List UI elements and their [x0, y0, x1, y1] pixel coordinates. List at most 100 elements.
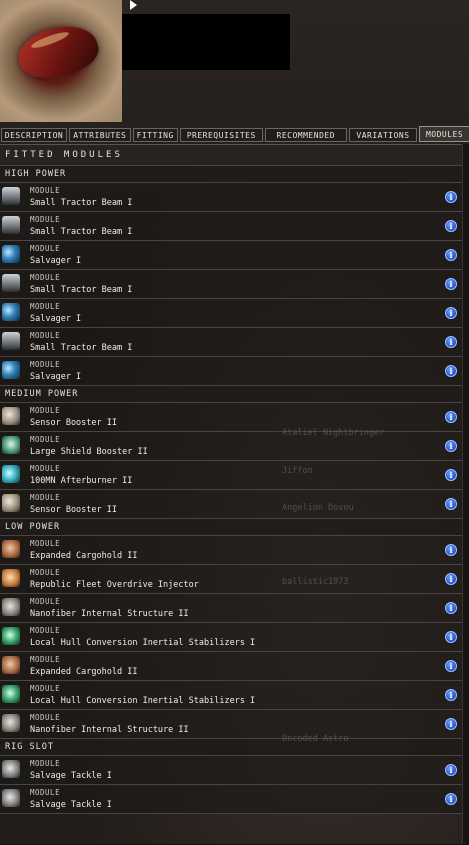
module-row[interactable]: MODULE Local Hull Conversion Inertial Sta… [0, 681, 462, 710]
item-header [0, 0, 469, 128]
info-icon[interactable]: i [445, 631, 457, 643]
module-name: Small Tractor Beam I [30, 343, 133, 353]
module-name: Republic Fleet Overdrive Injector [30, 580, 199, 590]
module-name: Sensor Booster II [30, 505, 117, 515]
tractor-beam-icon [2, 216, 20, 234]
salvage-tackle-icon [2, 789, 20, 807]
module-row[interactable]: MODULE Salvager I i [0, 357, 462, 386]
overdrive-injector-icon [2, 569, 20, 587]
info-icon[interactable]: i [445, 220, 457, 232]
sensor-booster-icon [2, 407, 20, 425]
module-kind-label: MODULE [30, 273, 61, 282]
ship-image [0, 0, 122, 122]
info-icon[interactable]: i [445, 764, 457, 776]
info-icon[interactable]: i [445, 544, 457, 556]
info-icon[interactable]: i [445, 660, 457, 672]
redacted-title [122, 14, 290, 70]
module-name: Local Hull Conversion Inertial Stabilize… [30, 696, 256, 706]
modules-panel: FITTED MODULES HIGH POWER MODULE Small Tra… [0, 144, 462, 845]
module-name: Local Hull Conversion Inertial Stabilize… [30, 638, 256, 648]
tab-modules[interactable]: MODULES [419, 126, 469, 142]
module-row[interactable]: MODULE Small Tractor Beam I i [0, 183, 462, 212]
info-icon[interactable]: i [445, 336, 457, 348]
module-kind-label: MODULE [30, 684, 61, 693]
info-icon[interactable]: i [445, 307, 457, 319]
info-icon[interactable]: i [445, 249, 457, 261]
module-name: Salvage Tackle I [30, 771, 112, 781]
module-row[interactable]: MODULE Large Shield Booster II i [0, 432, 462, 461]
module-kind-label: MODULE [30, 713, 61, 722]
module-name: Salvager I [30, 314, 82, 324]
section-header: HIGH POWER [0, 166, 462, 183]
info-icon[interactable]: i [445, 689, 457, 701]
module-kind-label: MODULE [30, 539, 61, 548]
info-icon[interactable]: i [445, 469, 457, 481]
module-name: Expanded Cargohold II [30, 667, 138, 677]
inertial-stabilizer-icon [2, 685, 20, 703]
module-row[interactable]: MODULE Nanofiber Internal Structure II i [0, 710, 462, 739]
afterburner-icon [2, 465, 20, 483]
module-kind-label: MODULE [30, 215, 61, 224]
module-kind-label: MODULE [30, 360, 61, 369]
module-name: Salvage Tackle I [30, 800, 112, 810]
module-row[interactable]: MODULE Sensor Booster II i [0, 403, 462, 432]
module-name: Salvager I [30, 372, 82, 382]
play-icon[interactable] [130, 0, 137, 10]
info-icon[interactable]: i [445, 718, 457, 730]
module-row[interactable]: MODULE Salvager I i [0, 299, 462, 328]
nanofiber-icon [2, 714, 20, 732]
info-icon[interactable]: i [445, 278, 457, 290]
cargohold-icon [2, 540, 20, 558]
module-name: Nanofiber Internal Structure II [30, 609, 189, 619]
info-icon[interactable]: i [445, 573, 457, 585]
tab-attributes[interactable]: ATTRIBUTES [69, 128, 131, 142]
section-header: MEDIUM POWER [0, 386, 462, 403]
module-name: Salvager I [30, 256, 82, 266]
module-name: Nanofiber Internal Structure II [30, 725, 189, 735]
module-row[interactable]: MODULE Expanded Cargohold II i [0, 652, 462, 681]
module-name: 100MN Afterburner II [30, 476, 133, 486]
tab-recommended[interactable]: RECOMMENDED [264, 128, 347, 142]
tab-variations[interactable]: VARIATIONS [348, 128, 418, 142]
module-row[interactable]: MODULE Small Tractor Beam I i [0, 270, 462, 299]
module-row[interactable]: MODULE Small Tractor Beam I i [0, 328, 462, 357]
module-row[interactable]: MODULE Nanofiber Internal Structure II i [0, 594, 462, 623]
info-icon[interactable]: i [445, 602, 457, 614]
module-name: Expanded Cargohold II [30, 551, 138, 561]
module-name: Small Tractor Beam I [30, 285, 133, 295]
info-icon[interactable]: i [445, 365, 457, 377]
tab-fitting[interactable]: FITTING [132, 128, 178, 142]
salvager-icon [2, 361, 20, 379]
info-icon[interactable]: i [445, 411, 457, 423]
salvager-icon [2, 303, 20, 321]
module-kind-label: MODULE [30, 464, 61, 473]
info-icon[interactable]: i [445, 191, 457, 203]
shield-booster-icon [2, 436, 20, 454]
module-row[interactable]: MODULE Small Tractor Beam I i [0, 212, 462, 241]
scrollbar[interactable] [462, 144, 469, 844]
module-row[interactable]: MODULE 100MN Afterburner II i [0, 461, 462, 490]
info-icon[interactable]: i [445, 440, 457, 452]
module-row[interactable]: MODULE Republic Fleet Overdrive Injector i [0, 565, 462, 594]
module-kind-label: MODULE [30, 435, 61, 444]
tractor-beam-icon [2, 274, 20, 292]
info-icon[interactable]: i [445, 498, 457, 510]
module-row[interactable]: MODULE Sensor Booster II i [0, 490, 462, 519]
module-kind-label: MODULE [30, 406, 61, 415]
module-row[interactable]: MODULE Salvage Tackle I i [0, 756, 462, 785]
module-kind-label: MODULE [30, 759, 61, 768]
module-row[interactable]: MODULE Local Hull Conversion Inertial Sta… [0, 623, 462, 652]
module-sections: HIGH POWER MODULE Small Tractor Beam Ii MOD… [0, 166, 462, 814]
module-kind-label: MODULE [30, 186, 61, 195]
module-name: Large Shield Booster II [30, 447, 148, 457]
module-row[interactable]: MODULE Expanded Cargohold II i [0, 536, 462, 565]
tab-description[interactable]: DESCRIPTION [1, 128, 67, 142]
module-row[interactable]: MODULE Salvage Tackle I i [0, 785, 462, 814]
module-kind-label: MODULE [30, 788, 61, 797]
info-icon[interactable]: i [445, 793, 457, 805]
module-kind-label: MODULE [30, 244, 61, 253]
nanofiber-icon [2, 598, 20, 616]
tab-bar: DESCRIPTION ATTRIBUTES FITTING PREREQUISITE… [0, 126, 469, 144]
tab-prerequisites[interactable]: PREREQUISITES [179, 128, 263, 142]
module-row[interactable]: MODULE Salvager I i [0, 241, 462, 270]
